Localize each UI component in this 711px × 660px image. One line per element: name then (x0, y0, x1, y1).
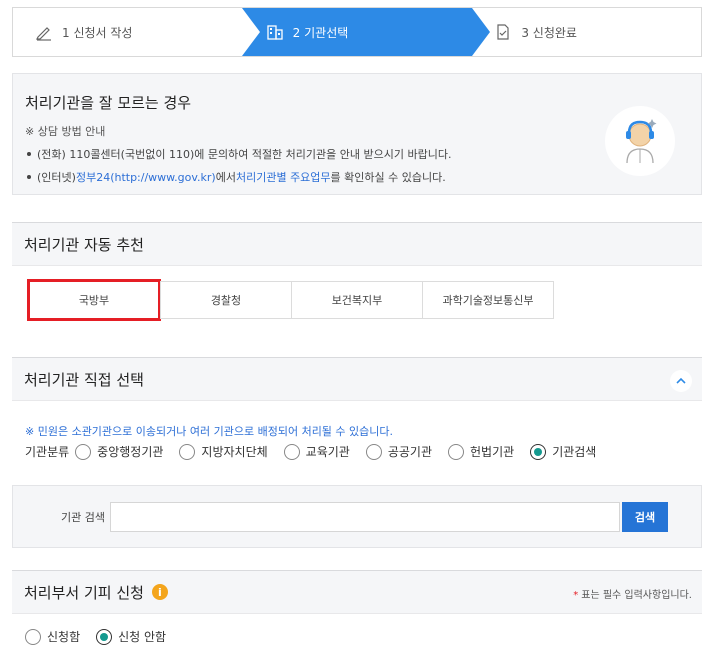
bullet-icon (27, 175, 31, 179)
recommended-agencies: 국방부 경찰청 보건복지부 과학기술정보통신부 (27, 279, 554, 321)
search-button[interactable]: 검색 (622, 501, 668, 532)
agency-search-input[interactable] (110, 501, 620, 532)
radio-agency-search[interactable]: 기관검색 (530, 443, 596, 460)
radio-circle[interactable] (530, 443, 547, 460)
section-title: 처리부서 기피 신청 (24, 583, 144, 602)
help-note: ※ 상담 방법 안내 (25, 125, 106, 138)
help-internet-line: (인터넷) 정부24(http://www.gov.kr) 에서 처리기관별 주… (25, 169, 689, 185)
agency-help-box: 처리기관을 잘 모르는 경우 ※ 상담 방법 안내 (전화) 110콜센터(국번… (12, 73, 702, 195)
help-phone-line: (전화) 110콜센터(국번없이 110)에 문의하여 적절한 처리기관을 안내… (25, 146, 689, 162)
document-check-icon (494, 23, 512, 41)
radio-circle[interactable] (283, 443, 300, 460)
transfer-notice: ※ 민원은 소관기관으로 이송되거나 여러 기관으로 배정되어 처리될 수 있습… (25, 425, 394, 438)
radio-education[interactable]: 교육기관 (283, 443, 350, 460)
help-internet-mid: 에서 (215, 171, 236, 184)
step-write: 1 신청서 작성 (13, 8, 242, 56)
step-label: 3 신청완료 (521, 25, 577, 40)
step-label: 2 기관선택 (292, 25, 349, 40)
radio-no-request[interactable]: 신청 안함 (96, 628, 166, 645)
radio-circle[interactable] (365, 443, 382, 460)
progress-steps: 1 신청서 작성 2 기관선택 3 신청완료 (12, 7, 702, 57)
avoid-request-header: 처리부서 기피 신청 i * 표는 필수 입력사항입니다. (12, 570, 702, 614)
bullet-icon (27, 152, 31, 156)
help-title: 처리기관을 잘 모르는 경우 (25, 94, 192, 112)
chevron-up-icon[interactable] (670, 370, 692, 392)
radio-circle[interactable] (25, 628, 41, 645)
radio-request[interactable]: 신청함 (25, 628, 80, 645)
agency-duties-link[interactable]: 처리기관별 주요업무 (236, 169, 331, 185)
counselor-avatar-icon (605, 106, 675, 176)
recommend-defense[interactable]: 국방부 (27, 279, 161, 321)
agency-search-box: 기관 검색 검색 (12, 485, 702, 548)
category-label: 기관분류 (25, 445, 70, 459)
radio-public[interactable]: 공공기관 (365, 443, 432, 460)
section-title: 처리기관 직접 선택 (24, 370, 144, 389)
step-complete: 3 신청완료 (472, 8, 701, 56)
recommend-science[interactable]: 과학기술정보통신부 (422, 281, 554, 319)
radio-local[interactable]: 지방자치단체 (179, 443, 268, 460)
pencil-icon (35, 23, 53, 41)
avoid-request-radios: 신청함 신청 안함 (25, 628, 182, 645)
info-icon[interactable]: i (151, 584, 168, 600)
radio-circle[interactable] (75, 443, 92, 460)
search-label: 기관 검색 (61, 510, 105, 524)
auto-recommend-header: 처리기관 자동 추천 (12, 222, 702, 266)
radio-constitutional[interactable]: 헌법기관 (448, 443, 514, 460)
radio-circle[interactable] (448, 443, 465, 460)
step-select-agency: 2 기관선택 (241, 8, 490, 56)
required-note: * 표는 필수 입력사항입니다. (573, 590, 692, 601)
radio-central[interactable]: 중앙행정기관 (75, 443, 163, 460)
step-label: 1 신청서 작성 (62, 25, 133, 40)
radio-circle[interactable] (179, 443, 196, 460)
recommend-police[interactable]: 경찰청 (160, 281, 292, 319)
section-title: 처리기관 자동 추천 (24, 235, 144, 254)
recommend-welfare[interactable]: 보건복지부 (291, 281, 423, 319)
help-internet-prefix: (인터넷) (37, 171, 76, 184)
agency-category-radios: 기관분류 중앙행정기관 지방자치단체 교육기관 공공기관 헌법기관 기관검색 (25, 443, 612, 460)
help-internet-suffix: 를 확인하실 수 있습니다. (330, 171, 446, 184)
direct-select-header: 처리기관 직접 선택 (12, 357, 702, 401)
radio-circle[interactable] (96, 628, 113, 645)
gov24-link[interactable]: 정부24(http://www.gov.kr) (76, 169, 216, 185)
building-icon (266, 23, 284, 41)
help-phone-text: (전화) 110콜센터(국번없이 110)에 문의하여 적절한 처리기관을 안내… (37, 148, 452, 161)
